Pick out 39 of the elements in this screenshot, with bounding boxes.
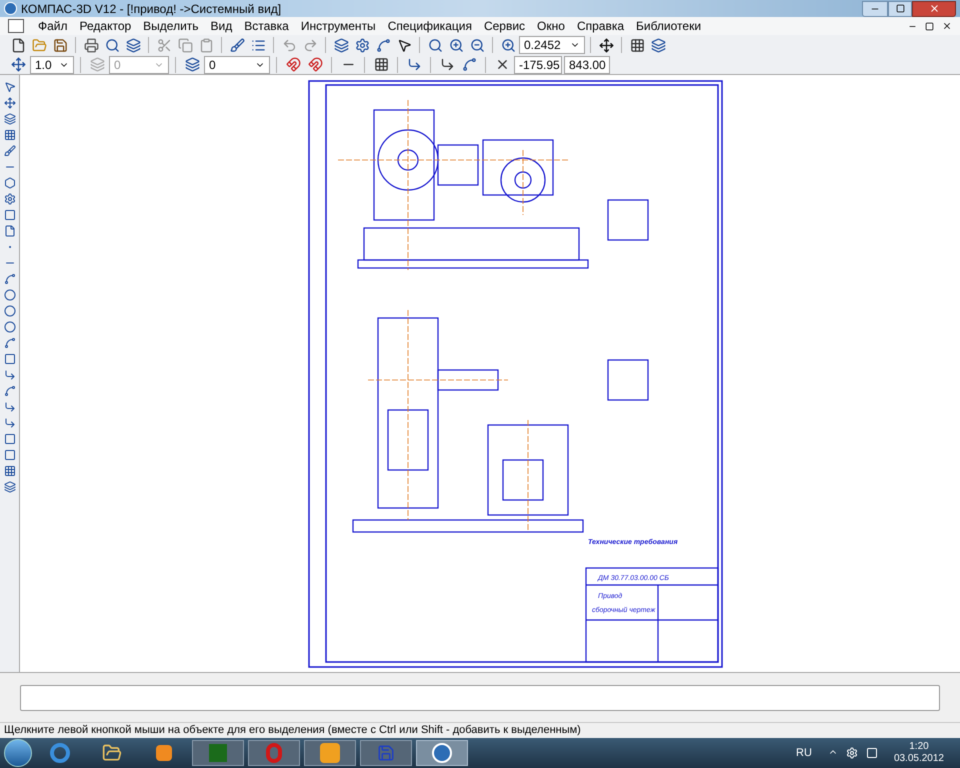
clock[interactable]: 1:20 03.05.2012 bbox=[894, 741, 944, 765]
x-field[interactable]: -175.95 bbox=[514, 56, 562, 74]
tray-icons-drawing bbox=[828, 747, 878, 759]
prompt-field[interactable] bbox=[20, 684, 940, 710]
zoom-field[interactable]: 0.2452 bbox=[519, 36, 585, 54]
language-indicator[interactable]: RU bbox=[796, 744, 812, 762]
tool-icon[interactable] bbox=[2, 111, 18, 127]
layer-field[interactable]: 0 bbox=[204, 56, 270, 74]
step-field[interactable]: 1.0 bbox=[30, 56, 74, 74]
clock-time: 1:20 bbox=[909, 741, 929, 753]
tool-icon[interactable] bbox=[2, 95, 18, 111]
tool-icon[interactable] bbox=[2, 303, 18, 319]
menu-item[interactable]: Окно bbox=[531, 17, 571, 35]
menu-item[interactable]: Вид bbox=[204, 17, 238, 35]
menu-item[interactable]: Выделить bbox=[137, 17, 205, 35]
tool-icon[interactable] bbox=[2, 319, 18, 335]
menu-item[interactable]: Библиотеки bbox=[630, 17, 708, 35]
clock-date: 03.05.2012 bbox=[894, 753, 944, 765]
maximize-button[interactable] bbox=[888, 0, 912, 16]
tool-icon[interactable] bbox=[2, 143, 18, 159]
app-logo-icon bbox=[4, 2, 17, 15]
floppy-icon[interactable] bbox=[360, 740, 412, 766]
menu-item[interactable]: Сервис bbox=[478, 17, 532, 35]
window-title: КОМПАС-3D V12 - [!привод! ->Системный вид] bbox=[21, 0, 282, 18]
close-icon bbox=[928, 3, 940, 14]
document-icon[interactable] bbox=[8, 19, 24, 33]
menu-item[interactable]: Спецификация bbox=[382, 17, 478, 35]
menu-item[interactable]: Вставка bbox=[238, 17, 295, 35]
status-text: Щелкните левой кнопкой мыши на объекте для его выделения (вместе с Ctrl или Shift - добавить к выделенным) bbox=[4, 723, 581, 738]
y-field[interactable]: 843.00 bbox=[564, 56, 610, 74]
menu-item[interactable]: Редактор bbox=[74, 17, 138, 35]
maximize-icon bbox=[896, 4, 904, 13]
close-button[interactable] bbox=[912, 0, 956, 16]
tool-icon[interactable] bbox=[2, 287, 18, 303]
menu-item[interactable]: Справка bbox=[570, 17, 630, 35]
start-button-icon[interactable] bbox=[4, 739, 32, 767]
menu-item[interactable]: Инструменты bbox=[294, 17, 382, 35]
tool-icon[interactable] bbox=[2, 479, 18, 495]
menu-item[interactable]: Файл bbox=[32, 17, 74, 35]
